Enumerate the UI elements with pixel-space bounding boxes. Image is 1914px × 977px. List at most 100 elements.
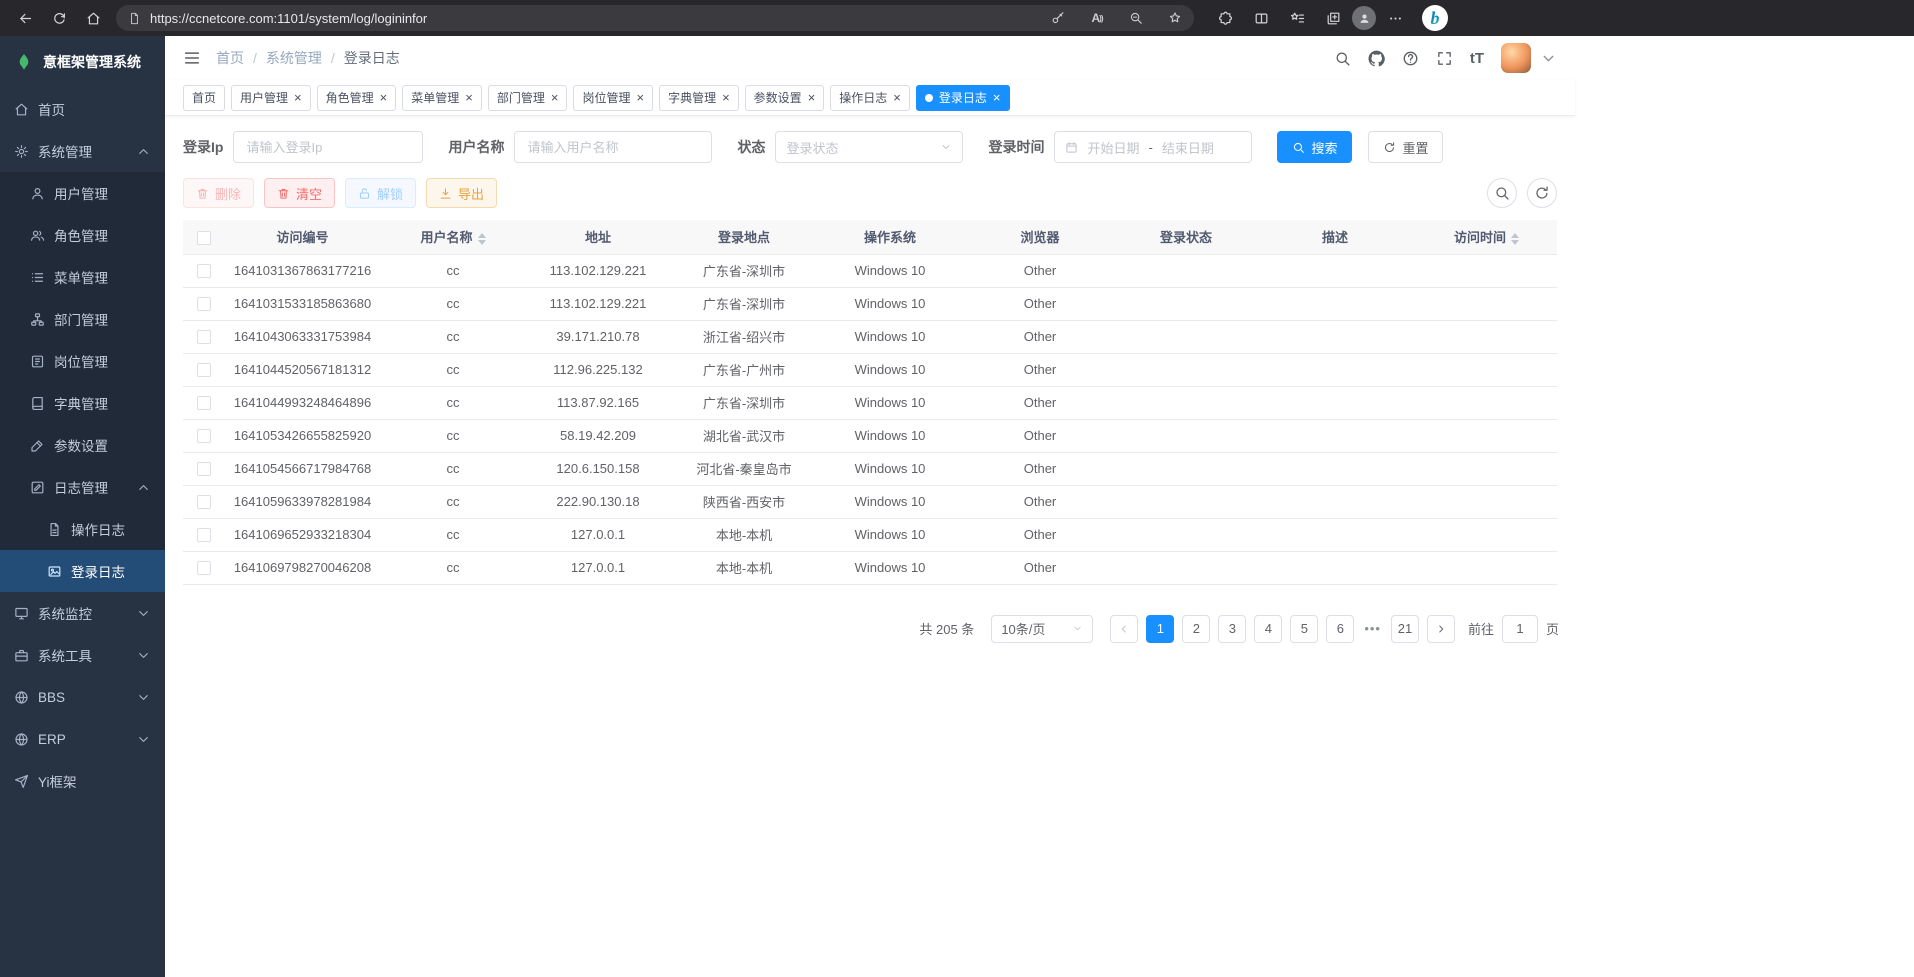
sidebar-item-bbs[interactable]: BBS <box>0 676 165 718</box>
address-bar[interactable]: https://ccnetcore.com:1101/system/log/lo… <box>116 5 1194 31</box>
table-row[interactable]: 1641069798270046208cc127.0.0.1本地-本机Windo… <box>183 551 1557 584</box>
close-icon[interactable]: × <box>893 90 901 105</box>
select-all-checkbox[interactable] <box>197 231 211 245</box>
collections-icon[interactable] <box>1316 4 1350 32</box>
login-ip-input[interactable] <box>233 131 423 163</box>
table-row[interactable]: 1641044520567181312cc112.96.225.132广东省-广… <box>183 353 1557 386</box>
breadcrumb-item[interactable]: 登录日志 <box>344 48 400 68</box>
split-screen-icon[interactable] <box>1244 4 1278 32</box>
fullscreen-icon[interactable] <box>1436 50 1453 67</box>
app-logo[interactable]: 意框架管理系统 <box>0 36 165 88</box>
close-icon[interactable]: × <box>551 90 559 105</box>
date-range-picker[interactable]: 开始日期 - 结束日期 <box>1054 131 1252 163</box>
table-row[interactable]: 1641031367863177216cc113.102.129.221广东省-… <box>183 254 1557 287</box>
tab-dept-manage[interactable]: 部门管理 × <box>488 85 568 111</box>
page-button-3[interactable]: 3 <box>1218 615 1246 643</box>
sidebar-item-user-manage[interactable]: 用户管理 <box>0 172 165 214</box>
table-row[interactable]: 1641043063331753984cc39.171.210.78浙江省-绍兴… <box>183 320 1557 353</box>
delete-button[interactable]: 删除 <box>183 178 254 208</box>
unlock-button[interactable]: 解锁 <box>345 178 416 208</box>
row-checkbox[interactable] <box>197 495 211 509</box>
sidebar-item-role-manage[interactable]: 角色管理 <box>0 214 165 256</box>
page-button-2[interactable]: 2 <box>1182 615 1210 643</box>
jump-page-input[interactable] <box>1502 615 1538 643</box>
tab-role-manage[interactable]: 角色管理 × <box>317 85 397 111</box>
tab-dict-manage[interactable]: 字典管理 × <box>659 85 739 111</box>
back-icon[interactable] <box>8 4 42 32</box>
export-button[interactable]: 导出 <box>426 178 497 208</box>
close-icon[interactable]: × <box>380 90 388 105</box>
page-button-1[interactable]: 1 <box>1146 615 1174 643</box>
favorites-bar-icon[interactable] <box>1280 4 1314 32</box>
column-header-user-name[interactable]: 用户名称 <box>380 220 526 254</box>
help-icon[interactable] <box>1402 50 1419 67</box>
toggle-search-icon[interactable] <box>1487 178 1517 208</box>
page-button-21[interactable]: 21 <box>1391 615 1419 643</box>
prev-page-button[interactable] <box>1110 615 1138 643</box>
close-icon[interactable]: × <box>636 90 644 105</box>
tab-home[interactable]: 首页 <box>183 85 225 111</box>
copilot-icon[interactable]: b <box>1422 5 1448 31</box>
row-checkbox[interactable] <box>197 363 211 377</box>
sidebar-item-menu-manage[interactable]: 菜单管理 <box>0 256 165 298</box>
search-icon[interactable] <box>1334 50 1351 67</box>
column-header-visit-time[interactable]: 访问时间 <box>1416 220 1557 254</box>
tab-user-manage[interactable]: 用户管理 × <box>231 85 311 111</box>
sidebar-item-yi-frame[interactable]: Yi框架 <box>0 760 165 802</box>
sidebar-item-home[interactable]: 首页 <box>0 88 165 130</box>
page-ellipsis[interactable]: ••• <box>1362 621 1383 636</box>
table-row[interactable]: 1641044993248464896cc113.87.92.165广东省-深圳… <box>183 386 1557 419</box>
table-row[interactable]: 1641031533185863680cc113.102.129.221广东省-… <box>183 287 1557 320</box>
extensions-icon[interactable] <box>1208 4 1242 32</box>
sort-carets-icon[interactable] <box>478 233 486 245</box>
sidebar-item-dept-manage[interactable]: 部门管理 <box>0 298 165 340</box>
page-button-4[interactable]: 4 <box>1254 615 1282 643</box>
breadcrumb-item[interactable]: 系统管理 <box>266 48 322 68</box>
sidebar-item-post-manage[interactable]: 岗位管理 <box>0 340 165 382</box>
refresh-table-icon[interactable] <box>1527 178 1557 208</box>
font-size-icon[interactable]: tT <box>1470 50 1484 67</box>
close-icon[interactable]: × <box>465 90 473 105</box>
close-icon[interactable]: × <box>722 90 730 105</box>
page-button-6[interactable]: 6 <box>1326 615 1354 643</box>
row-checkbox[interactable] <box>197 561 211 575</box>
sidebar-item-param-config[interactable]: 参数设置 <box>0 424 165 466</box>
sidebar-item-system-manage[interactable]: 系统管理 <box>0 130 165 172</box>
browser-profile-avatar[interactable] <box>1352 6 1376 30</box>
table-row[interactable]: 1641054566717984768cc120.6.150.158河北省-秦皇… <box>183 452 1557 485</box>
row-checkbox[interactable] <box>197 429 211 443</box>
tab-post-manage[interactable]: 岗位管理 × <box>573 85 653 111</box>
row-checkbox[interactable] <box>197 297 211 311</box>
row-checkbox[interactable] <box>197 330 211 344</box>
sidebar-item-system-monitor[interactable]: 系统监控 <box>0 592 165 634</box>
next-page-button[interactable] <box>1427 615 1455 643</box>
sidebar-item-log-manage[interactable]: 日志管理 <box>0 466 165 508</box>
tab-login-log[interactable]: 登录日志 × <box>916 85 1010 111</box>
user-name-input[interactable] <box>514 131 712 163</box>
tab-oper-log[interactable]: 操作日志 × <box>830 85 910 111</box>
sidebar-item-oper-log[interactable]: 操作日志 <box>0 508 165 550</box>
key-icon[interactable] <box>1043 7 1073 29</box>
table-row[interactable]: 1641069652933218304cc127.0.0.1本地-本机Windo… <box>183 518 1557 551</box>
close-icon[interactable]: × <box>993 90 1001 105</box>
zoom-out-icon[interactable] <box>1121 7 1151 29</box>
sidebar-item-login-log[interactable]: 登录日志 <box>0 550 165 592</box>
reset-button[interactable]: 重置 <box>1368 131 1443 163</box>
row-checkbox[interactable] <box>197 264 211 278</box>
github-icon[interactable] <box>1368 50 1385 67</box>
home-icon[interactable] <box>76 4 110 32</box>
tab-menu-manage[interactable]: 菜单管理 × <box>402 85 482 111</box>
sidebar-item-erp[interactable]: ERP <box>0 718 165 760</box>
close-icon[interactable]: × <box>808 90 816 105</box>
table-row[interactable]: 1641053426655825920cc58.19.42.209湖北省-武汉市… <box>183 419 1557 452</box>
hamburger-icon[interactable] <box>183 49 201 67</box>
tab-param-config[interactable]: 参数设置 × <box>745 85 825 111</box>
clear-button[interactable]: 清空 <box>264 178 335 208</box>
breadcrumb-item[interactable]: 首页 <box>216 48 244 68</box>
more-options-icon[interactable] <box>1378 4 1412 32</box>
sidebar-item-system-tools[interactable]: 系统工具 <box>0 634 165 676</box>
sort-carets-icon[interactable] <box>1511 233 1519 245</box>
page-button-5[interactable]: 5 <box>1290 615 1318 643</box>
read-aloud-icon[interactable]: A)) <box>1082 7 1112 29</box>
reload-icon[interactable] <box>42 4 76 32</box>
